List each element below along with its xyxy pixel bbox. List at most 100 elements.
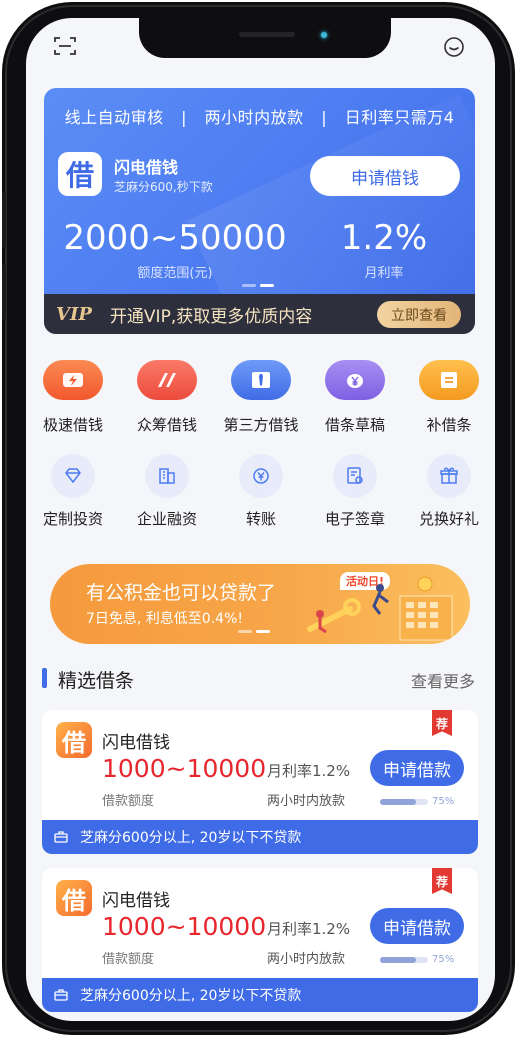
promo-subtitle: 7日免息, 利息低至0.4%! [86,611,243,627]
loan-amount: 1000~10000 [102,754,267,783]
speaker [239,32,295,37]
hero-card: 线上自动审核 | 两小时内放款 | 日利率只需万4 借 闪电借钱 芝麻分600,… [44,88,475,334]
grid-item-transfer[interactable]: 转账 [214,454,308,529]
grid-item-third-party-loan[interactable]: 第三方借钱 [214,360,308,435]
apply-loan-button[interactable]: 申请借款 [370,750,464,786]
loan-card[interactable]: 借 闪电借钱 1000~10000 借款额度 月利率1.2% 两小时内放款 申请… [42,868,478,1012]
grid-item-custom-investment[interactable]: 定制投资 [26,454,120,529]
note-icon [419,360,479,400]
loan-requirement-text: 芝麻分600分以上, 20岁以下不贷款 [80,988,302,1004]
loan-name: 闪电借钱 [102,891,170,911]
grid-item-redeem-gifts[interactable]: 兑换好礼 [402,454,495,529]
notch [139,18,391,58]
app-name: 闪电借钱 [114,158,179,177]
loan-rate: 月利率1.2% [267,920,351,938]
loan-progress-bar [380,957,428,963]
hero-features: 线上自动审核 | 两小时内放款 | 日利率只需万4 [44,104,475,128]
pagination-dot-active[interactable] [256,630,270,633]
grid-label: 众筹借钱 [136,416,197,434]
grid-item-fast-loan[interactable]: 极速借钱 [26,360,120,435]
pagination-dot-active[interactable] [260,284,274,287]
grid-label: 补借条 [426,416,472,434]
volume-down-button [2,264,6,320]
loan-speed: 两小时内放款 [267,794,346,809]
grid-label: 借条草稿 [324,416,385,434]
hero-pagination [242,284,274,287]
lightning-icon [43,360,103,400]
transfer-yen-icon [239,454,283,498]
grid-item-e-signature[interactable]: 电子签章 [308,454,402,529]
view-now-button[interactable]: 立即查看 [377,301,461,328]
hero-feature: 两小时内放款 [204,108,304,127]
briefcase-icon [54,831,68,843]
loan-requirement-text: 芝麻分600分以上, 20岁以下不贷款 [80,830,302,846]
vip-badge: VIP [56,303,92,325]
loan-card[interactable]: 借 闪电借钱 1000~10000 借款额度 月利率1.2% 两小时内放款 申请… [42,710,478,854]
grid-item-supplement-iou[interactable]: 补借条 [402,360,495,435]
building-icon [145,454,189,498]
diamond-icon [51,454,95,498]
promo-pagination [238,630,270,633]
credit-range-value: 2000~50000 [63,218,287,258]
monthly-rate-label: 月利率 [364,266,404,281]
camera [317,28,331,42]
volume-up-button [2,192,6,248]
loan-progress-label: 75% [432,954,455,965]
recommend-badge: 荐 [432,710,452,736]
grid-item-iou-draft[interactable]: 借条草稿 [308,360,402,435]
app-subtitle: 芝麻分600,秒下款 [114,180,213,194]
grid-label: 电子签章 [324,510,385,528]
loan-amount-label: 借款额度 [102,794,155,809]
vip-text: 开通VIP,获取更多优质内容 [109,306,313,327]
section-title: 精选借条 [58,670,135,692]
loan-logo: 借 [56,880,92,916]
grid-label: 转账 [245,510,276,528]
grid-item-enterprise-financing[interactable]: 企业融资 [120,454,214,529]
yen-bag-icon [325,360,385,400]
vip-bar[interactable]: VIP 开通VIP,获取更多优质内容 立即查看 [44,294,475,334]
phone-frame: 线上自动审核 | 两小时内放款 | 日利率只需万4 借 闪电借钱 芝麻分600,… [2,2,515,1035]
apply-loan-button[interactable]: 申请借款 [370,908,464,944]
screen: 线上自动审核 | 两小时内放款 | 日利率只需万4 借 闪电借钱 芝麻分600,… [26,18,495,1021]
hero-feature: 线上自动审核 [64,108,164,127]
scan-icon[interactable] [54,36,76,56]
stamp-document-icon [333,454,377,498]
recommend-badge: 荐 [432,868,452,894]
loan-progress-bar [380,799,428,805]
promo-illustration [307,576,453,641]
section-accent-bar [42,668,47,688]
grid-label: 兑换好礼 [418,510,479,528]
loan-progress-label: 75% [432,796,455,807]
app-logo: 借 [58,152,102,196]
grid-item-crowdfund-loan[interactable]: 众筹借钱 [120,360,214,435]
crowdfund-icon [137,360,197,400]
loan-speed: 两小时内放款 [267,952,346,967]
loan-requirement-bar: 芝麻分600分以上, 20岁以下不贷款 [42,978,478,1012]
promo-title: 有公积金也可以贷款了 [86,582,277,604]
grid-label: 企业融资 [136,510,197,528]
apply-loan-button[interactable]: 申请借钱 [310,156,460,196]
hero-separator: | [321,108,328,127]
monthly-rate-value: 1.2% [340,218,428,258]
pagination-dot[interactable] [238,630,252,633]
loan-rate: 月利率1.2% [267,762,351,780]
view-more-link[interactable]: 查看更多 [411,668,475,692]
loan-amount: 1000~10000 [102,912,267,941]
promo-banner[interactable]: 有公积金也可以贷款了 7日免息, 利息低至0.4%! 活动日! [50,564,470,644]
hero-separator: | [181,108,188,127]
loan-logo: 借 [56,722,92,758]
loan-amount-label: 借款额度 [102,952,155,967]
pagination-dot[interactable] [242,284,256,287]
credit-range-label: 额度范围(元) [137,266,213,281]
briefcase-icon [54,989,68,1001]
loan-requirement-bar: 芝麻分600分以上, 20岁以下不贷款 [42,820,478,854]
smile-face-icon[interactable] [443,36,465,58]
grid-label: 第三方借钱 [223,416,299,434]
grid-label: 定制投资 [42,510,103,528]
tie-icon [231,360,291,400]
loan-progress-fill [380,957,416,963]
gift-icon [427,454,471,498]
loan-progress-fill [380,799,416,805]
hero-feature: 日利率只需万4 [344,108,455,127]
grid-label: 极速借钱 [42,416,103,434]
